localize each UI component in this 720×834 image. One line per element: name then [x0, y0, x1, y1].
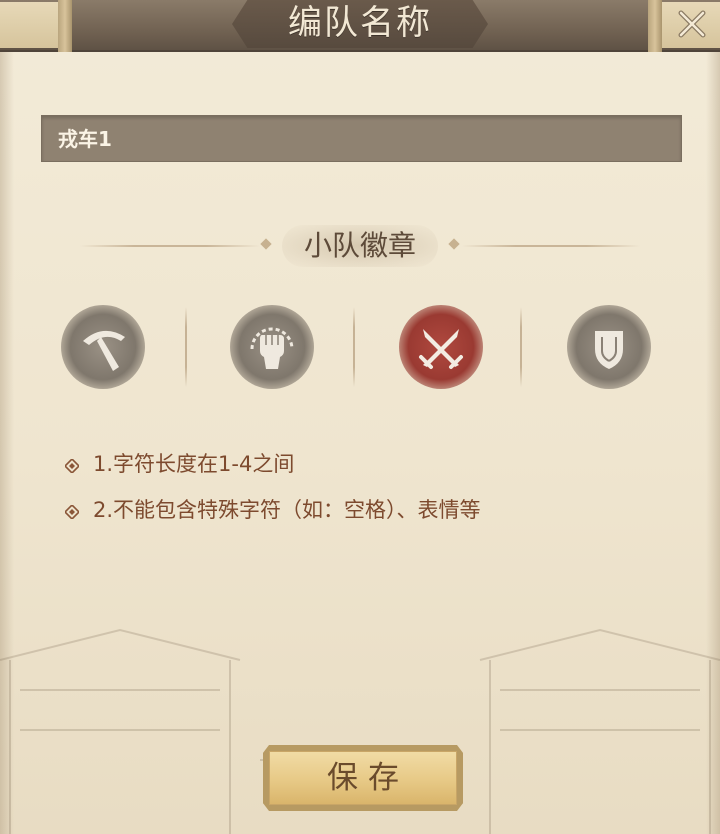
title-bar-scroll-left	[0, 2, 58, 48]
title-bar-cap-right	[648, 0, 662, 52]
team-name-input[interactable]: 戎车1	[41, 115, 682, 162]
emblem-separator	[185, 307, 187, 387]
emblem-crossed-swords[interactable]	[399, 305, 483, 389]
emblem-separator	[353, 307, 355, 387]
rule-text: 2.不能包含特殊字符（如：空格）、表情等	[93, 498, 481, 522]
emblem-pickaxe[interactable]	[61, 305, 145, 389]
diamond-bullet-icon	[65, 505, 79, 519]
diamond-bullet-icon	[65, 459, 79, 473]
team-name-dialog: 编队名称 戎车1 小队徽章 1.字符长度在1-4之间 2.不能包含特殊字符（如：…	[0, 0, 720, 834]
title-bar: 编队名称	[0, 0, 720, 52]
emblem-shield[interactable]	[567, 305, 651, 389]
close-button[interactable]	[666, 2, 718, 48]
emblem-separator	[520, 307, 522, 387]
save-button-label: 保存	[327, 760, 409, 796]
divider-line-left	[80, 245, 260, 247]
shield-icon	[595, 331, 623, 369]
badge-section-title: 小队徽章	[303, 229, 416, 262]
divider-ornament-left	[260, 238, 272, 250]
team-name-value: 戎车1	[58, 127, 112, 151]
dialog-title: 编队名称	[288, 3, 432, 43]
close-icon	[678, 10, 706, 38]
save-button[interactable]: 保存	[263, 745, 463, 811]
divider-ornament-right	[448, 238, 460, 250]
rule-text: 1.字符长度在1-4之间	[93, 452, 295, 476]
title-bar-cap-left	[58, 0, 72, 52]
divider-line-right	[462, 245, 640, 247]
pickaxe-icon	[83, 330, 125, 371]
emblem-fist[interactable]	[230, 305, 314, 389]
crossed-swords-icon	[419, 329, 463, 369]
fist-icon	[250, 327, 294, 369]
